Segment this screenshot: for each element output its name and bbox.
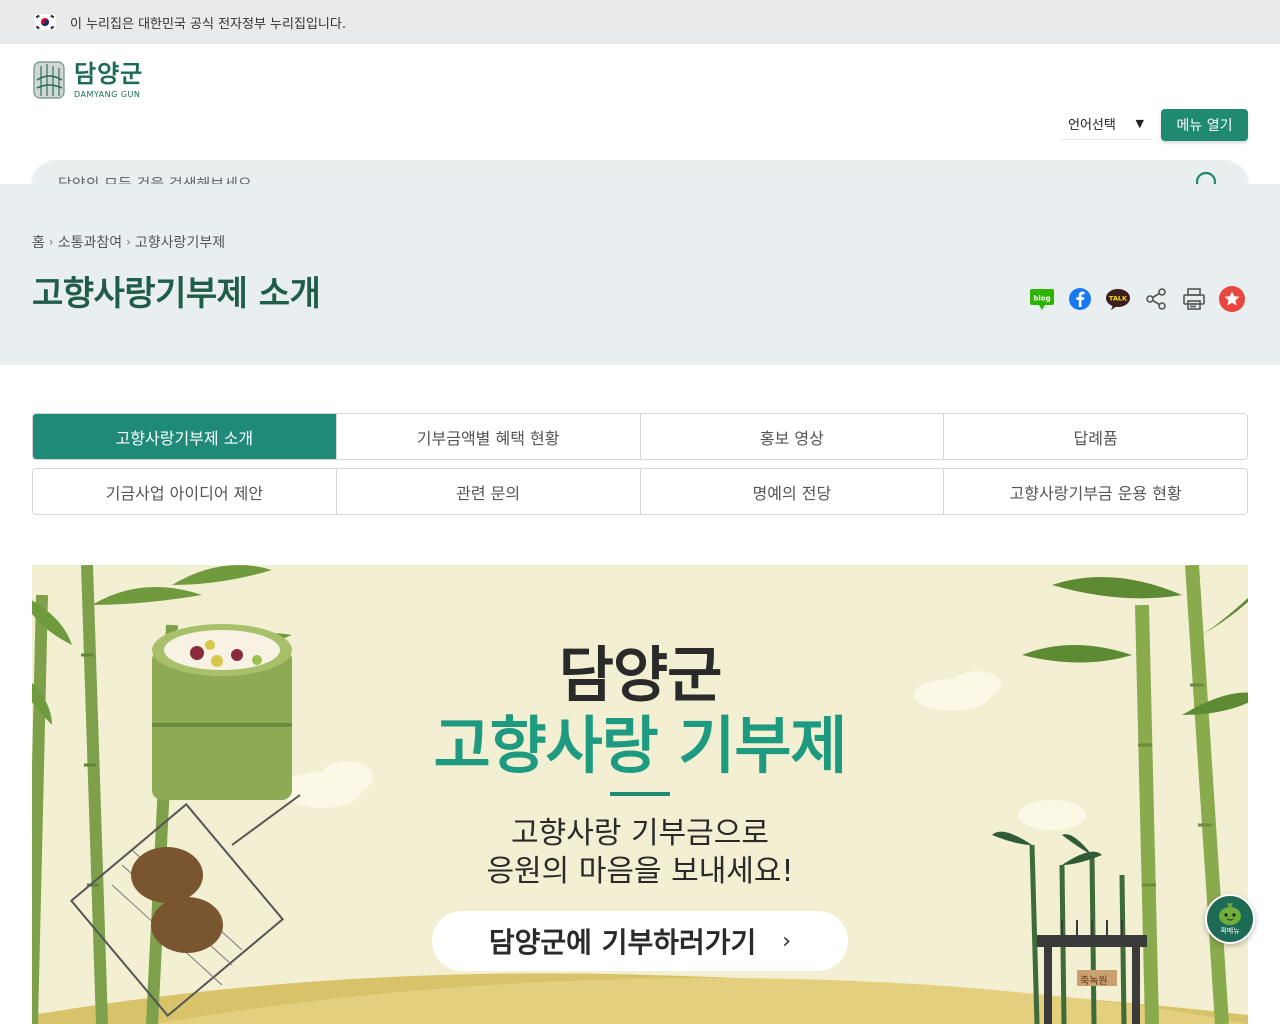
share-toolbar: blog TALK <box>1028 285 1246 313</box>
tab-hall-of-fame[interactable]: 명예의 전당 <box>640 469 945 514</box>
favorite-icon[interactable] <box>1218 285 1246 313</box>
print-icon[interactable] <box>1180 285 1208 313</box>
blog-icon[interactable]: blog <box>1028 285 1056 313</box>
menu-open-button[interactable]: 메뉴 열기 <box>1161 109 1248 141</box>
tab-benefits-by-amount[interactable]: 기부금액별 혜택 현황 <box>336 414 641 459</box>
breadcrumb-separator-icon: › <box>126 235 131 249</box>
promo-banner: 담양군 고향사랑 기부제 고향사랑 기부금으로 응원의 마음을 보내세요! 담양… <box>32 565 1248 1024</box>
tab-fund-operation-status[interactable]: 고향사랑기부금 운용 현황 <box>944 469 1247 514</box>
damyang-emblem-icon <box>33 61 65 99</box>
quick-menu-button[interactable]: 퀵메뉴 <box>1205 894 1255 944</box>
dropdown-arrow-icon: ▼ <box>1135 117 1144 130</box>
banner-heading-gohyang: 고향사랑 기부제 <box>433 709 848 782</box>
share-icon[interactable] <box>1142 285 1170 313</box>
tab-row-2: 기금사업 아이디어 제안 관련 문의 명예의 전당 고향사랑기부금 운용 현황 <box>32 468 1248 515</box>
site-header: 담양군 DAMYANG GUN 언어선택 ▼ 메뉴 열기 <box>0 44 1280 208</box>
tab-return-gifts[interactable]: 답례품 <box>944 414 1247 459</box>
banner-divider <box>610 792 670 796</box>
gov-notice-text: 이 누리집은 대한민국 공식 전자정부 누리집입니다. <box>70 16 346 32</box>
breadcrumb-current[interactable]: 고향사랑기부제 <box>135 232 225 252</box>
kakaotalk-icon[interactable]: TALK <box>1104 285 1132 313</box>
logo-subtitle: DAMYANG GUN <box>74 90 141 99</box>
tab-promo-video[interactable]: 홍보 영상 <box>640 414 945 459</box>
korea-flag-icon <box>34 14 56 30</box>
gate-sign-text: 죽녹원 <box>1080 976 1108 987</box>
tab-fund-idea-proposal[interactable]: 기금사업 아이디어 제안 <box>33 469 337 514</box>
facebook-icon[interactable] <box>1066 285 1094 313</box>
logo-name: 담양군 <box>74 60 144 88</box>
language-select[interactable]: 언어선택 ▼ <box>1060 108 1152 140</box>
breadcrumb-separator-icon: › <box>48 235 54 249</box>
svg-text:blog: blog <box>1033 295 1050 303</box>
banner-desc-line2: 응원의 마음을 보내세요! <box>486 854 794 889</box>
breadcrumb-home[interactable]: 홈 <box>32 232 45 252</box>
tab-row-1: 고향사랑기부제 소개 기부금액별 혜택 현황 홍보 영상 답례품 <box>32 413 1248 460</box>
banner-desc-line1: 고향사랑 기부금으로 <box>511 816 769 851</box>
breadcrumb: 홈 › 소통과참여 › 고향사랑기부제 <box>32 232 225 252</box>
donate-cta-label: 담양군에 기부하러가기 <box>488 926 757 959</box>
donate-cta-button[interactable]: 담양군에 기부하러가기 › <box>432 911 848 971</box>
gov-notice-bar: 이 누리집은 대한민국 공식 전자정부 누리집입니다. <box>0 0 1280 44</box>
page-header-area: 홈 › 소통과참여 › 고향사랑기부제 고향사랑기부제 소개 blog TALK <box>0 184 1280 365</box>
language-label: 언어선택 <box>1068 118 1116 133</box>
tab-gohyang-intro[interactable]: 고향사랑기부제 소개 <box>33 414 337 459</box>
quick-menu-label: 퀵메뉴 <box>1220 927 1240 935</box>
chevron-right-icon: › <box>782 928 792 954</box>
page-title: 고향사랑기부제 소개 <box>32 274 321 314</box>
mascot-icon <box>1219 903 1241 925</box>
banner-description: 고향사랑 기부금으로 응원의 마음을 보내세요! <box>32 815 1248 891</box>
content-tabs: 고향사랑기부제 소개 기부금액별 혜택 현황 홍보 영상 답례품 기금사업 아이… <box>32 413 1248 523</box>
breadcrumb-section[interactable]: 소통과참여 <box>58 232 122 252</box>
site-logo[interactable]: 담양군 DAMYANG GUN <box>32 58 143 102</box>
tab-inquiries[interactable]: 관련 문의 <box>336 469 641 514</box>
svg-text:TALK: TALK <box>1109 295 1128 303</box>
